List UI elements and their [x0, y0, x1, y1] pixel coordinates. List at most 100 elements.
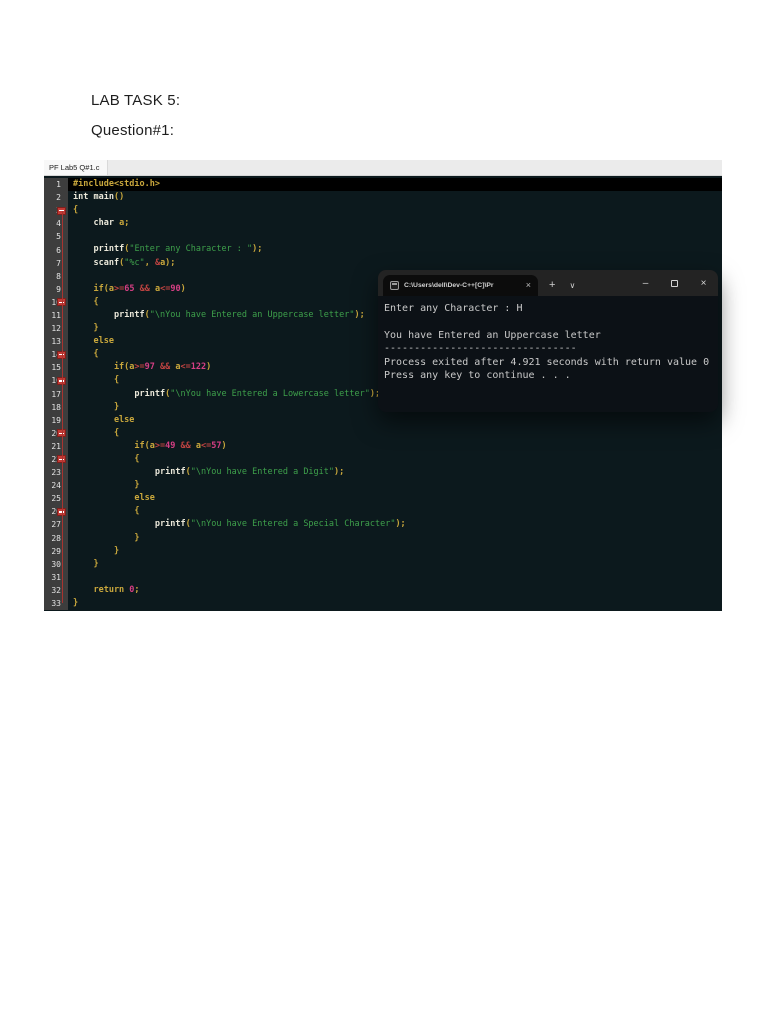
line-number: 15	[44, 361, 68, 375]
line-number: 17	[44, 387, 68, 401]
console-tab[interactable]: C:\Users\dell\Dev-C++[C]\Pr ×	[383, 275, 538, 296]
code-line-text: }	[68, 479, 722, 492]
code-line: 32 return 0;	[44, 583, 722, 597]
line-number: 8	[44, 269, 68, 283]
line-number: 30	[44, 557, 68, 571]
minimize-button[interactable]: –	[631, 270, 660, 296]
code-token: 97	[144, 362, 155, 373]
code-token: );	[395, 519, 406, 530]
code-line-text: {	[68, 453, 722, 466]
document-page: LAB TASK 5: Question#1: PF Lab5 Q#1.c 1 #…	[0, 0, 768, 1024]
line-number: 27	[44, 518, 68, 532]
code-token: "\nYou have Entered a Lowercase letter"	[170, 388, 370, 399]
console-line: You have Entered an Uppercase letter	[384, 329, 601, 341]
console-title-bar: C:\Users\dell\Dev-C++[C]\Pr × + ∨ – ×	[378, 270, 718, 296]
code-line: 2 int main()	[44, 191, 722, 205]
code-line: 22 {	[44, 452, 722, 467]
code-token: {	[73, 506, 140, 517]
line-number: 12	[44, 322, 68, 336]
line-number: 26	[44, 505, 68, 519]
code-line-text: {	[68, 204, 722, 217]
code-line-text: }	[68, 532, 722, 545]
code-token: )	[180, 283, 186, 294]
code-token: )	[221, 440, 227, 451]
new-tab-icon[interactable]: +	[549, 280, 555, 291]
code-token: if(a	[73, 362, 135, 373]
code-token: &&	[160, 362, 171, 373]
code-token: );	[252, 244, 263, 255]
ide-screenshot: PF Lab5 Q#1.c 1 #include<stdio.h> 2 int mai…	[44, 160, 722, 611]
tab-close-icon[interactable]: ×	[525, 281, 532, 290]
code-token: a	[149, 283, 161, 294]
close-button[interactable]: ×	[689, 270, 718, 296]
code-token: return	[73, 584, 130, 595]
editor-file-tab[interactable]: PF Lab5 Q#1.c	[44, 160, 109, 175]
code-line: 21 if(a>=49 && a<=57)	[44, 439, 722, 453]
code-token: );	[354, 309, 365, 320]
code-token: {	[73, 205, 79, 216]
maximize-icon	[671, 279, 678, 287]
code-token: }	[73, 598, 79, 608]
code-token: {	[73, 453, 140, 464]
code-token: )	[206, 362, 212, 373]
line-number: 9	[44, 282, 68, 296]
code-line-text: printf("\nYou have Entered a Digit");	[68, 466, 722, 479]
code-token: <=	[201, 440, 212, 451]
code-token: 57	[211, 440, 222, 451]
line-number: 10	[44, 295, 68, 309]
code-token: printf	[93, 244, 125, 255]
line-number: 21	[44, 439, 68, 453]
code-token: 65	[124, 283, 135, 294]
code-token: printf	[154, 467, 186, 478]
code-token: );	[334, 467, 345, 478]
line-number: 13	[44, 335, 68, 349]
code-line-text: if(a>=49 && a<=57)	[68, 440, 722, 453]
line-number: 6	[44, 243, 68, 257]
code-token: 122	[190, 362, 207, 373]
line-number: 1	[44, 178, 68, 192]
code-line: 27 printf("\nYou have Entered a Special …	[44, 518, 722, 532]
line-number: 22	[44, 452, 68, 467]
code-token: a	[190, 440, 202, 451]
line-number: 31	[44, 570, 68, 584]
line-number: 3	[44, 204, 68, 218]
line-number: 14	[44, 348, 68, 362]
line-number: 16	[44, 374, 68, 388]
code-line: 23 printf("\nYou have Entered a Digit");	[44, 466, 722, 480]
code-line-text: printf("Enter any Character : ");	[68, 243, 722, 256]
code-line: 31	[44, 570, 722, 584]
code-line-text: else	[68, 414, 722, 427]
code-token: >=	[134, 362, 145, 373]
code-token: <=	[160, 283, 171, 294]
line-number: 33	[44, 597, 68, 611]
line-number: 19	[44, 413, 68, 427]
line-number: 32	[44, 583, 68, 597]
line-number: 5	[44, 230, 68, 244]
code-line: 33}	[44, 597, 722, 611]
maximize-button[interactable]	[660, 270, 689, 296]
chevron-down-icon[interactable]: ∨	[569, 282, 575, 290]
editor-tab-bar: PF Lab5 Q#1.c	[44, 160, 722, 176]
code-token: {	[73, 375, 120, 386]
code-line: 4 char a;	[44, 217, 722, 231]
question-heading: Question#1:	[91, 122, 175, 139]
code-token: "Enter any Character : "	[129, 244, 253, 255]
code-token: "\nYou have Entered a Special Character"	[190, 519, 396, 530]
lab-task-heading: LAB TASK 5:	[91, 92, 181, 109]
code-line: 24 }	[44, 479, 722, 493]
code-token: int main	[73, 192, 114, 203]
line-number: 18	[44, 400, 68, 414]
code-token: printf	[154, 519, 186, 530]
code-line-text: printf("\nYou have Entered a Special Cha…	[68, 518, 722, 531]
code-line: 6 printf("Enter any Character : ");	[44, 243, 722, 257]
code-line: 29 }	[44, 544, 722, 558]
code-line-text: int main()	[68, 191, 722, 204]
line-number: 28	[44, 531, 68, 545]
code-token: "\nYou have Entered a Digit"	[190, 467, 335, 478]
code-token: a);	[160, 257, 176, 268]
code-line-text	[68, 571, 722, 584]
